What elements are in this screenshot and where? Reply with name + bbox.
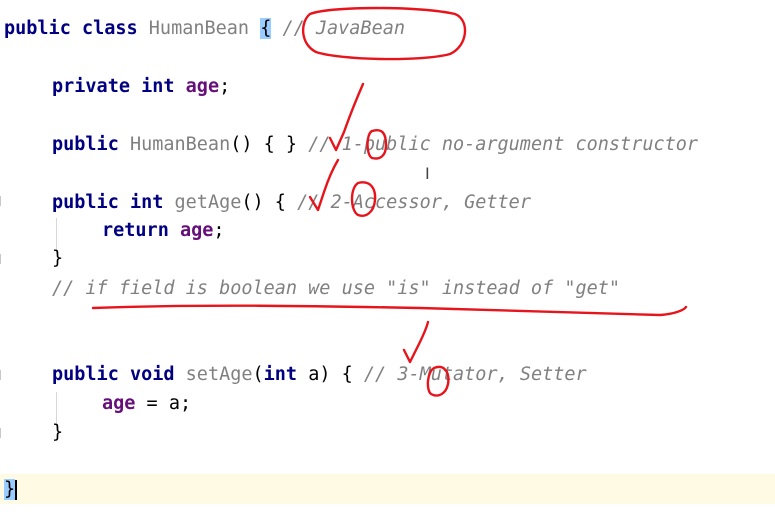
code-line-assign[interactable]: age = a; <box>102 390 191 418</box>
code-line-setter-close[interactable]: } <box>52 419 63 447</box>
open-brace-highlight: { <box>260 18 272 39</box>
code-line-setter[interactable]: public void setAge(int a) { // 3-Mutator… <box>52 361 587 389</box>
punctuation: ; <box>213 220 225 241</box>
field-name: age <box>185 76 220 97</box>
assignment: = a; <box>135 393 192 414</box>
keyword: public <box>52 134 119 155</box>
method-name: setAge <box>185 364 253 385</box>
code-line-class-close[interactable]: } <box>4 476 18 504</box>
punctuation: () { <box>241 192 286 213</box>
keyword: public class <box>4 18 138 39</box>
keyword: public void <box>52 364 175 385</box>
code-line-getter-close[interactable]: } <box>52 245 63 273</box>
comment: // if field is boolean we use "is" inste… <box>52 278 621 299</box>
fold-marker[interactable] <box>0 428 5 438</box>
close-brace: } <box>52 248 64 269</box>
comment: // 3-Mutator, Setter <box>363 364 587 385</box>
annotation-checkmark <box>402 320 430 364</box>
close-brace-highlight: } <box>4 479 16 500</box>
comment: // JavaBean <box>282 18 405 39</box>
keyword: return <box>102 220 169 241</box>
punctuation: ( <box>252 364 264 385</box>
ibeam-cursor-icon: I <box>425 164 430 183</box>
annotation-underline <box>91 304 688 317</box>
punctuation: ; <box>219 76 231 97</box>
fold-marker[interactable] <box>0 196 5 206</box>
code-line-return[interactable]: return age; <box>102 217 225 245</box>
code-line-field[interactable]: private int age; <box>52 73 230 101</box>
method-name: getAge <box>174 192 242 213</box>
code-line-note[interactable]: // if field is boolean we use "is" inste… <box>52 275 620 303</box>
code-line-constructor[interactable]: public HumanBean() { } // 1-public no-ar… <box>52 131 698 159</box>
class-name: HumanBean <box>148 18 250 39</box>
comment: // 2-Accessor, Getter <box>297 192 531 213</box>
text-caret <box>15 480 18 500</box>
keyword: int <box>263 364 298 385</box>
keyword: private int <box>52 76 175 97</box>
fold-marker[interactable] <box>0 254 5 264</box>
field-name: age <box>179 220 214 241</box>
field-name: age <box>102 393 136 414</box>
caret-line-highlight <box>0 474 775 504</box>
constructor-name: HumanBean <box>129 134 231 155</box>
close-brace: } <box>52 422 64 443</box>
constructor-body: () { } <box>230 134 298 155</box>
fold-marker[interactable] <box>0 370 5 380</box>
comment: // 1-public no-argument constructor <box>308 134 699 155</box>
code-line-getter[interactable]: public int getAge() { // 2-Accessor, Get… <box>52 189 531 217</box>
keyword: public int <box>52 192 164 213</box>
code-line-class-decl[interactable]: public class HumanBean { // JavaBean <box>4 15 405 43</box>
code-editor[interactable]: public class HumanBean { // JavaBean pri… <box>0 0 775 519</box>
parameter: a) { <box>297 364 353 385</box>
